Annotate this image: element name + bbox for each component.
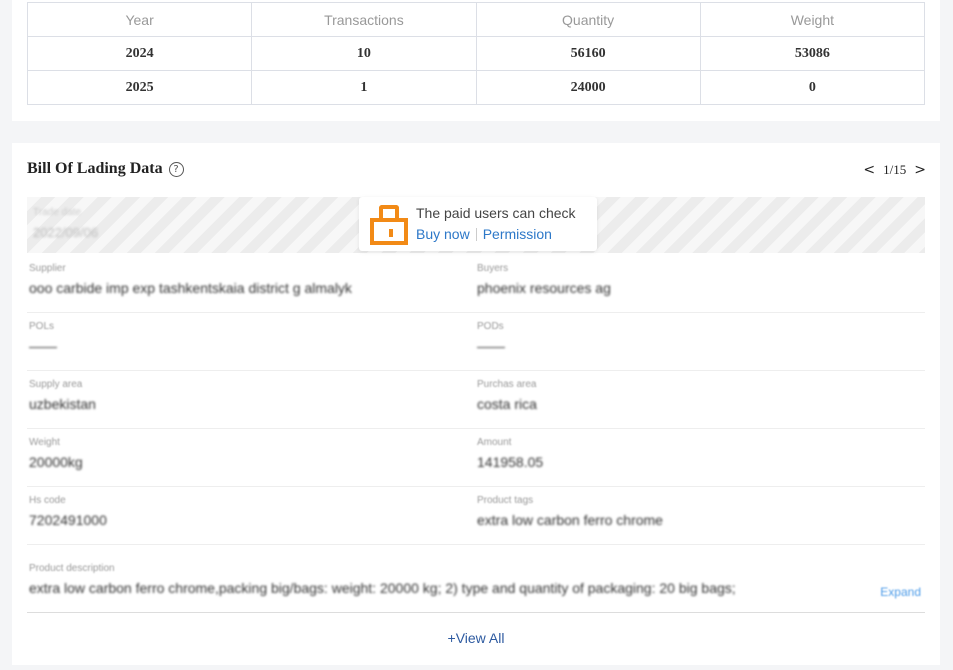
quantity-cell: 24000 (475, 70, 701, 105)
paywall-links: Buy now Permission (416, 226, 552, 242)
yearly-summary-card: Year Transactions Quantity Weight 2024 1… (12, 0, 940, 121)
pagination: < 1/15 > (863, 162, 926, 178)
trade-date-label: Trade date (33, 207, 81, 218)
field-label: PODs (477, 321, 504, 332)
weight-field: Weight 20000kg (29, 437, 83, 470)
field-value: —— (477, 338, 505, 354)
buyers-field: Buyers phoenix resources ag (477, 263, 611, 296)
field-value: ooo carbide imp exp tashkentskaia distri… (29, 280, 352, 296)
field-label: Purchas area (477, 379, 537, 390)
transactions-cell: 1 (251, 70, 477, 105)
link-divider (475, 228, 477, 241)
table-row: 2024 10 56160 53086 (26, 36, 926, 71)
field-label: Product tags (477, 495, 534, 506)
product-description-row: Product description extra low carbon fer… (27, 555, 925, 613)
field-label: Supplier (29, 263, 66, 274)
field-value: extra low carbon ferro chrome (477, 512, 663, 528)
field-value: 20000kg (29, 454, 83, 470)
field-value: costa rica (477, 396, 537, 412)
field-label: POLs (29, 321, 55, 332)
supply-area-field: Supply area uzbekistan (29, 379, 96, 412)
field-value: 7202491000 (29, 512, 107, 528)
paywall-message: The paid users can check (416, 205, 576, 221)
column-header-transactions: Transactions (251, 2, 477, 37)
quantity-cell: 56160 (475, 36, 701, 71)
transactions-cell: 10 (251, 36, 477, 71)
help-icon[interactable]: ? (168, 161, 184, 177)
pods-field: PODs —— (477, 321, 505, 354)
paywall-popup: The paid users can check Buy now Permissi… (359, 197, 597, 251)
field-value: extra low carbon ferro chrome,packing bi… (29, 580, 736, 596)
section-title-text: Bill Of Lading Data (27, 160, 163, 177)
yearly-summary-table: Year Transactions Quantity Weight 2024 1… (26, 2, 926, 105)
next-page-button[interactable]: > (914, 162, 926, 178)
field-row-ports: POLs —— PODs —— (27, 313, 925, 371)
table-header-row: Year Transactions Quantity Weight (26, 2, 926, 37)
field-row-parties: Supplier ooo carbide imp exp tashkentska… (27, 255, 925, 313)
field-value: —— (29, 338, 57, 354)
table-row: 2025 1 24000 0 (26, 70, 926, 105)
field-value: phoenix resources ag (477, 280, 611, 296)
field-label: Amount (477, 437, 512, 448)
product-description-field: Product description extra low carbon fer… (29, 563, 869, 596)
prev-page-button[interactable]: < (863, 162, 875, 178)
year-cell: 2025 (26, 70, 253, 105)
bill-of-lading-card: Bill Of Lading Data ? < 1/15 > Trade dat… (12, 143, 940, 665)
lock-icon (370, 205, 408, 245)
trade-date-value: 2022/09/06 (33, 225, 99, 240)
weight-cell: 53086 (699, 36, 926, 71)
hs-code-field: Hs code 7202491000 (29, 495, 107, 528)
section-title: Bill Of Lading Data ? (27, 160, 184, 178)
page-indicator: 1/15 (883, 162, 907, 177)
pols-field: POLs —— (29, 321, 57, 354)
permission-link[interactable]: Permission (483, 226, 552, 242)
field-row-areas: Supply area uzbekistan Purchas area cost… (27, 371, 925, 429)
column-header-year: Year (26, 2, 253, 37)
amount-field: Amount 141958.05 (477, 437, 543, 470)
column-header-quantity: Quantity (475, 2, 701, 37)
supplier-field: Supplier ooo carbide imp exp tashkentska… (29, 263, 352, 296)
field-label: Buyers (477, 263, 509, 274)
field-label: Product description (29, 563, 115, 574)
product-tags-field: Product tags extra low carbon ferro chro… (477, 495, 663, 528)
field-value: 141958.05 (477, 454, 544, 470)
purchase-area-field: Purchas area costa rica (477, 379, 537, 412)
weight-cell: 0 (699, 70, 926, 105)
field-label: Hs code (29, 495, 66, 506)
field-label: Supply area (29, 379, 83, 390)
field-label: Weight (29, 437, 60, 448)
field-row-codes: Hs code 7202491000 Product tags extra lo… (27, 487, 925, 545)
year-cell: 2024 (26, 36, 253, 71)
column-header-weight: Weight (699, 2, 926, 37)
field-row-weight-amount: Weight 20000kg Amount 141958.05 (27, 429, 925, 487)
expand-link[interactable]: Expand (880, 585, 921, 599)
buy-now-link[interactable]: Buy now (416, 226, 470, 242)
field-value: uzbekistan (29, 396, 96, 412)
view-all-link[interactable]: +View All (12, 630, 940, 646)
